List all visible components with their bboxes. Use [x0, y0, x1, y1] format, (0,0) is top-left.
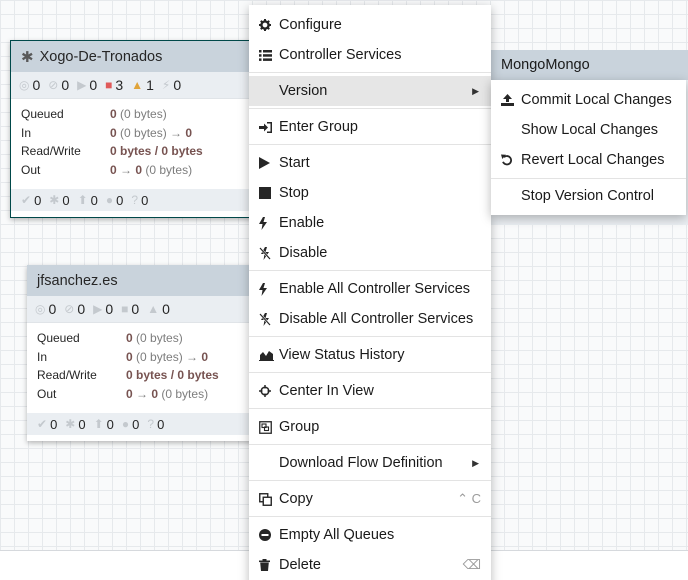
stop-icon [259, 187, 279, 199]
menu-item-group[interactable]: Group [249, 412, 491, 442]
area-chart-icon [259, 350, 279, 361]
error-icon: ● [105, 193, 114, 207]
process-group-name: jfsanchez.es [37, 272, 118, 289]
running-icon: ▶ [93, 302, 103, 316]
menu-item-stop[interactable]: Stop [249, 178, 491, 208]
unknown-icon: ? [131, 193, 139, 207]
process-group-name: MongoMongo [501, 57, 590, 73]
transmitting-icon: ◎ [35, 302, 46, 316]
context-menu: Configure Controller Services Version ▶ … [249, 5, 491, 580]
menu-item-stop-version-control[interactable]: Stop Version Control [491, 181, 686, 211]
copy-icon [259, 492, 279, 506]
menu-separator [249, 444, 491, 445]
menu-item-controller-services[interactable]: Controller Services [249, 40, 491, 70]
menu-item-enable[interactable]: Enable [249, 208, 491, 238]
menu-item-start[interactable]: Start [249, 148, 491, 178]
process-group-name: Xogo-De-Tronados [39, 48, 163, 65]
play-icon [259, 157, 279, 169]
copy-shortcut: ⌃ C [457, 491, 481, 506]
stopped-icon: ■ [121, 302, 129, 316]
stopped-icon: ■ [105, 78, 113, 92]
bolt-slash-icon [259, 246, 279, 260]
minus-circle-icon [259, 529, 279, 541]
invalid-warning-icon: ▲ [131, 78, 144, 92]
menu-item-disable-all-controller-services[interactable]: Disable All Controller Services [249, 304, 491, 334]
menu-item-commit-local-changes[interactable]: Commit Local Changes [491, 85, 686, 115]
menu-separator [249, 516, 491, 517]
up-to-date-icon: ✔ [37, 417, 48, 431]
list-icon [259, 49, 279, 61]
trash-icon [259, 559, 279, 571]
running-icon: ▶ [77, 78, 87, 92]
sign-in-icon [259, 121, 279, 133]
menu-separator [249, 72, 491, 73]
menu-item-show-local-changes[interactable]: Show Local Changes [491, 115, 686, 145]
bolt-slash-icon [259, 312, 279, 326]
menu-separator [249, 270, 491, 271]
menu-item-empty-all-queues[interactable]: Empty All Queues [249, 520, 491, 550]
bolt-icon [259, 282, 279, 296]
process-group-header: MongoMongo [491, 50, 688, 80]
version-submenu: Commit Local Changes Show Local Changes … [491, 80, 686, 215]
menu-item-revert-local-changes[interactable]: Revert Local Changes [491, 145, 686, 175]
bolt-icon [259, 216, 279, 230]
invalid-warning-icon: ▲ [147, 302, 160, 316]
menu-item-configure[interactable]: Configure [249, 10, 491, 40]
chevron-right-icon: ▶ [472, 85, 479, 96]
menu-separator [249, 108, 491, 109]
error-icon: ● [121, 417, 130, 431]
upload-icon [501, 94, 521, 106]
menu-item-disable[interactable]: Disable [249, 238, 491, 268]
up-to-date-icon: ✔ [21, 193, 32, 207]
menu-item-version[interactable]: Version ▶ [249, 76, 491, 106]
menu-item-view-status-history[interactable]: View Status History [249, 340, 491, 370]
not-transmitting-icon: ⊘ [64, 302, 75, 316]
stale-icon: ⬆ [93, 417, 104, 431]
menu-item-copy[interactable]: Copy ⌃ C [249, 484, 491, 514]
menu-separator [249, 408, 491, 409]
disabled-icon: ⚡ [161, 78, 171, 92]
menu-separator [249, 480, 491, 481]
gear-icon [259, 19, 279, 31]
locally-modified-icon: ✱ [65, 417, 76, 431]
not-transmitting-icon: ⊘ [48, 78, 59, 92]
locally-modified-icon: ✱ [49, 193, 60, 207]
menu-item-enable-all-controller-services[interactable]: Enable All Controller Services [249, 274, 491, 304]
stale-icon: ⬆ [77, 193, 88, 207]
crosshairs-icon [259, 385, 279, 397]
menu-separator [249, 372, 491, 373]
menu-item-center-in-view[interactable]: Center In View [249, 376, 491, 406]
undo-icon [501, 154, 521, 166]
menu-item-enter-group[interactable]: Enter Group [249, 112, 491, 142]
version-asterisk-icon: ✱ [21, 48, 34, 66]
menu-item-download-flow-definition[interactable]: Download Flow Definition ▶ [249, 448, 491, 478]
menu-separator [491, 178, 686, 179]
menu-item-delete[interactable]: Delete ⌫ [249, 550, 491, 580]
delete-shortcut: ⌫ [462, 557, 481, 572]
menu-separator [249, 144, 491, 145]
menu-separator [249, 336, 491, 337]
transmitting-icon: ◎ [19, 78, 30, 92]
group-icon [259, 420, 279, 434]
unknown-icon: ? [147, 417, 155, 431]
chevron-right-icon: ▶ [472, 457, 479, 468]
